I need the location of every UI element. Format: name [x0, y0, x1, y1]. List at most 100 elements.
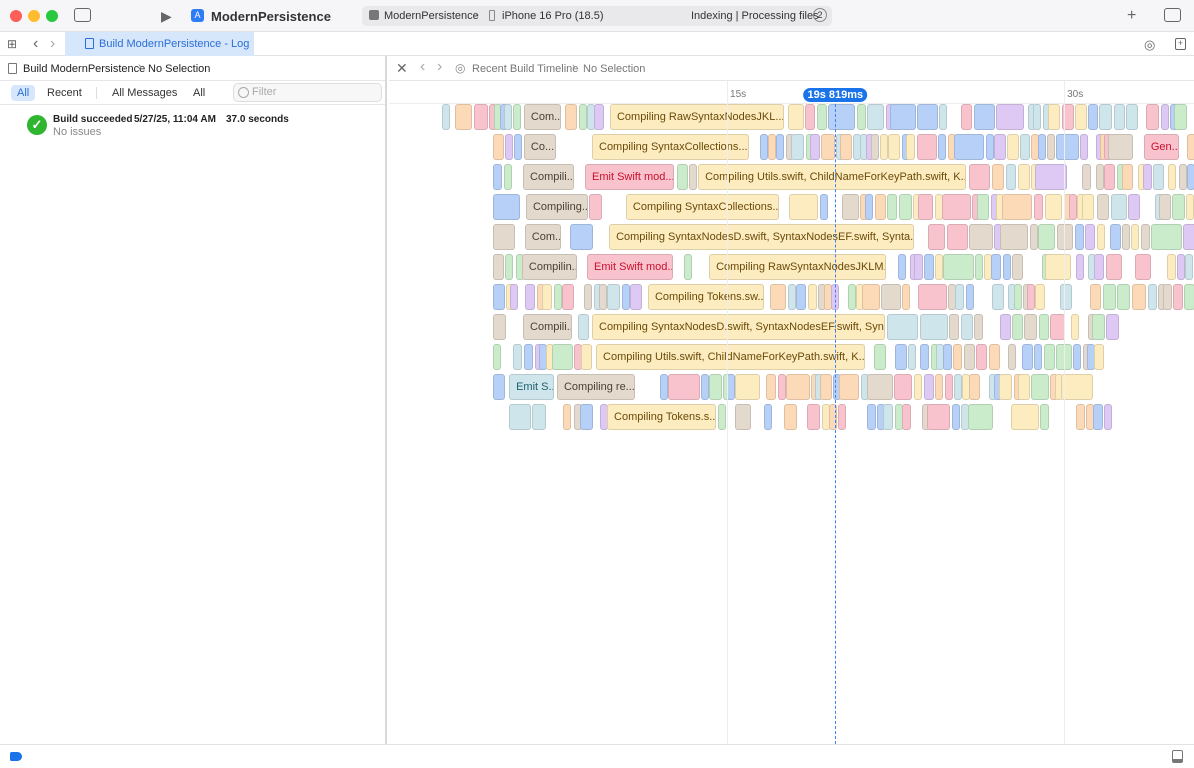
- timeline-task-segment[interactable]: [867, 404, 876, 430]
- timeline-task-segment[interactable]: [787, 104, 804, 130]
- timeline-task-segment[interactable]: [1183, 224, 1194, 250]
- grid-icon[interactable]: ⊞: [7, 38, 17, 50]
- timeline-task-segment[interactable]: [1007, 134, 1019, 160]
- timeline-task-segment[interactable]: [668, 374, 700, 400]
- timeline-task-segment[interactable]: [1185, 254, 1194, 280]
- timeline-task-segment[interactable]: [888, 134, 901, 160]
- timeline-task-segment[interactable]: [769, 284, 787, 310]
- timeline-task-segment[interactable]: [473, 104, 488, 130]
- timeline-task-segment[interactable]: [879, 134, 888, 160]
- timeline-task-segment[interactable]: [493, 224, 515, 250]
- timeline-task-segment[interactable]: [961, 104, 973, 130]
- timeline-task-segment[interactable]: [1151, 224, 1182, 250]
- timeline-task-segment[interactable]: [1013, 284, 1022, 310]
- timeline-task-segment[interactable]: [1113, 104, 1125, 130]
- timeline-task[interactable]: Compiling RawSyntaxNodesJKLM...: [709, 254, 887, 280]
- timeline-task-segment[interactable]: [935, 254, 944, 280]
- timeline-task-segment[interactable]: [973, 104, 995, 130]
- timeline-task[interactable]: Co...: [523, 134, 556, 160]
- timeline-task-segment[interactable]: [510, 284, 519, 310]
- timeline-task-segment[interactable]: [937, 134, 946, 160]
- timeline-task-segment[interactable]: [976, 194, 990, 220]
- timeline-task-segment[interactable]: [553, 284, 562, 310]
- timeline-task-segment[interactable]: [939, 104, 948, 130]
- timeline-task-segment[interactable]: [924, 254, 934, 280]
- timeline-task-segment[interactable]: [1056, 134, 1079, 160]
- timeline-task-segment[interactable]: [991, 164, 1005, 190]
- timeline-task-segment[interactable]: [1044, 194, 1063, 220]
- overlap-circles-icon[interactable]: ◎: [1144, 38, 1155, 51]
- timeline-task-segment[interactable]: [684, 254, 692, 280]
- timeline-task-segment[interactable]: [763, 404, 772, 430]
- add-icon[interactable]: +: [1127, 8, 1136, 24]
- timeline-task-segment[interactable]: [787, 284, 796, 310]
- timeline-task-segment[interactable]: [968, 164, 991, 190]
- filter-recent[interactable]: Recent: [41, 85, 88, 101]
- timeline-task-segment[interactable]: [512, 104, 522, 130]
- timeline-task[interactable]: Compiling Utils.swift, ChildNameForKeyPa…: [596, 344, 865, 370]
- breadcrumb-item[interactable]: No Selection: [148, 63, 210, 75]
- timeline-task-segment[interactable]: [584, 284, 593, 310]
- timeline-task-segment[interactable]: [917, 194, 934, 220]
- filter-all-messages[interactable]: All Messages: [106, 85, 183, 101]
- timeline-task-segment[interactable]: [1140, 224, 1150, 250]
- timeline-task-segment[interactable]: [542, 284, 553, 310]
- timeline-task-segment[interactable]: [992, 284, 1004, 310]
- timeline-task-segment[interactable]: [975, 254, 984, 280]
- timeline-task-segment[interactable]: [1122, 224, 1131, 250]
- timeline-task[interactable]: Emit Swift mod...: [585, 164, 674, 190]
- timeline-task-segment[interactable]: [901, 404, 911, 430]
- timeline-task-segment[interactable]: [717, 404, 726, 430]
- timeline-task-segment[interactable]: [727, 374, 736, 400]
- timeline-task-segment[interactable]: [1105, 254, 1123, 280]
- playhead-label[interactable]: 19s 819ms: [803, 88, 868, 102]
- timeline-task-segment[interactable]: [955, 284, 965, 310]
- timeline-task-segment[interactable]: [1186, 134, 1194, 160]
- timeline-task-segment[interactable]: [1166, 254, 1176, 280]
- timeline-task-segment[interactable]: [1061, 374, 1093, 400]
- breadcrumb-item[interactable]: Build ModernPersistence: [23, 63, 145, 75]
- timeline-task-segment[interactable]: [1000, 314, 1011, 340]
- back-icon[interactable]: ‹: [420, 59, 425, 75]
- timeline-task-segment[interactable]: [1092, 404, 1103, 430]
- timeline-task-segment[interactable]: [1145, 104, 1160, 130]
- timeline-task-segment[interactable]: [1088, 104, 1098, 130]
- timeline-task-segment[interactable]: [441, 104, 450, 130]
- timeline-task-segment[interactable]: [1085, 224, 1096, 250]
- timeline-task-segment[interactable]: [842, 194, 859, 220]
- timeline-task-segment[interactable]: [1029, 224, 1038, 250]
- timeline-task-segment[interactable]: [894, 344, 907, 370]
- timeline-task-segment[interactable]: [1128, 194, 1141, 220]
- timeline-task-segment[interactable]: [562, 284, 575, 310]
- timeline-task-segment[interactable]: [816, 104, 827, 130]
- run-play-icon[interactable]: ▶: [161, 9, 172, 23]
- timeline-task-segment[interactable]: [993, 134, 1006, 160]
- timeline-task-segment[interactable]: [917, 104, 938, 130]
- timeline-task-segment[interactable]: [1153, 164, 1165, 190]
- timeline-task-segment[interactable]: [493, 254, 504, 280]
- timeline-task-segment[interactable]: [1075, 254, 1084, 280]
- timeline-task-segment[interactable]: [1106, 314, 1120, 340]
- timeline-task-segment[interactable]: [512, 344, 523, 370]
- timeline-task-segment[interactable]: [709, 374, 722, 400]
- timeline-task-segment[interactable]: [847, 284, 856, 310]
- timeline-task-segment[interactable]: [1080, 134, 1089, 160]
- timeline-task-segment[interactable]: [866, 374, 893, 400]
- timeline-task-segment[interactable]: [1017, 164, 1030, 190]
- timeline-task-segment[interactable]: [788, 194, 819, 220]
- timeline-task-segment[interactable]: [1159, 194, 1171, 220]
- timeline-task[interactable]: Emit S...: [509, 374, 554, 400]
- timeline-task-segment[interactable]: [871, 134, 880, 160]
- timeline-task-segment[interactable]: [795, 284, 807, 310]
- timeline-task-segment[interactable]: [954, 374, 963, 400]
- timeline-task-segment[interactable]: [766, 374, 777, 400]
- timeline-task-segment[interactable]: [1001, 194, 1033, 220]
- device-name[interactable]: iPhone 16 Pro (18.5): [502, 10, 604, 22]
- timeline-task[interactable]: Compiling Tokens.sw...: [647, 284, 765, 310]
- timeline-task-segment[interactable]: [898, 254, 907, 280]
- timeline-task-segment[interactable]: [1173, 104, 1188, 130]
- timeline-task-segment[interactable]: [777, 374, 786, 400]
- timeline-task-segment[interactable]: [1018, 374, 1030, 400]
- timeline-task-segment[interactable]: [1126, 104, 1139, 130]
- timeline-task-segment[interactable]: [967, 404, 993, 430]
